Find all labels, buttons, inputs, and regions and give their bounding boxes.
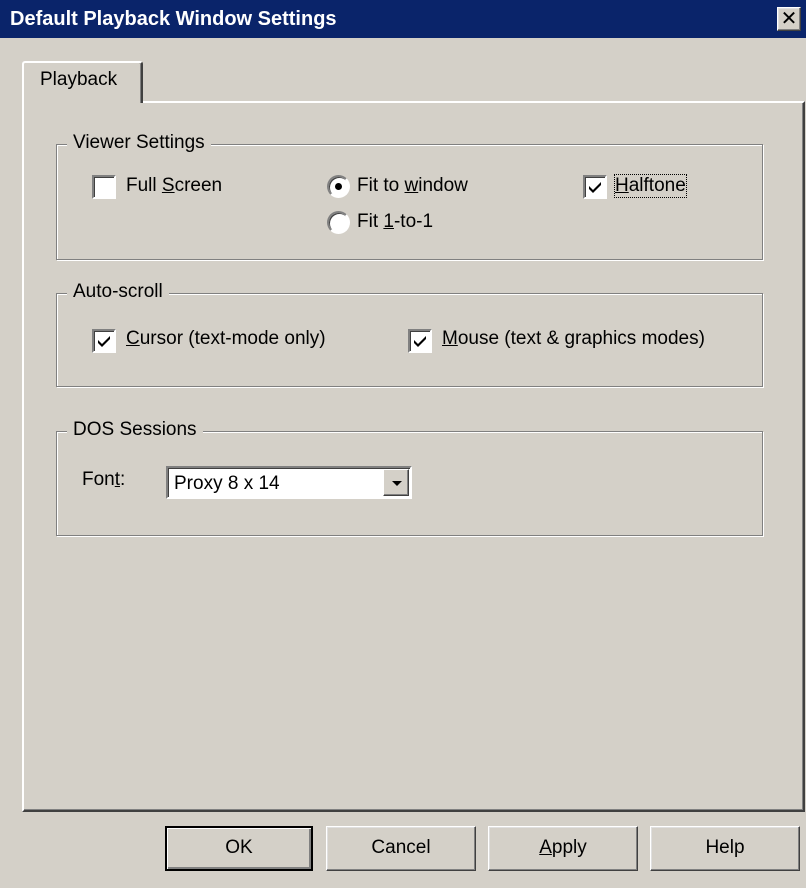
close-icon: ✕ [780,6,798,30]
fit-to-window-label[interactable]: Fit to window [357,175,468,197]
radio-selected-dot [335,183,342,190]
cancel-button-label: Cancel [371,837,431,858]
dos-sessions-title: DOS Sessions [67,419,203,441]
viewer-settings-title: Viewer Settings [67,132,211,154]
halftone-checkbox[interactable] [583,175,607,199]
checkmark-icon [98,336,110,347]
font-select[interactable]: Proxy 8 x 14 [166,466,412,499]
help-button[interactable]: Help [650,826,800,871]
tab-playback[interactable]: Playback [22,61,143,103]
ok-button-label: OK [225,837,253,858]
ok-button[interactable]: OK [165,826,313,871]
window-title: Default Playback Window Settings [10,8,337,30]
apply-button-label: Apply [539,837,587,858]
fit-1-to-1-radio[interactable] [327,211,350,234]
fit-to-window-radio[interactable] [327,175,350,198]
cursor-label[interactable]: Cursor (text-mode only) [126,328,326,350]
full-screen-checkbox[interactable] [92,175,116,199]
font-label: Font: [82,469,126,490]
close-button[interactable]: ✕ [777,7,801,31]
mouse-checkbox[interactable] [408,329,432,353]
checkmark-icon [589,182,601,193]
full-screen-label[interactable]: Full Screen [126,175,222,197]
apply-button[interactable]: Apply [488,826,638,871]
help-button-label: Help [705,837,745,858]
halftone-label[interactable]: Halftone [614,174,687,198]
title-bar: Default Playback Window Settings ✕ [0,0,806,38]
font-select-value: Proxy 8 x 14 [174,473,280,494]
fit-1-to-1-label[interactable]: Fit 1-to-1 [357,211,433,233]
mouse-label[interactable]: Mouse (text & graphics modes) [442,328,705,350]
viewer-settings-group: Viewer Settings [56,132,763,260]
checkmark-icon [414,336,426,347]
tab-playback-label: Playback [40,69,118,90]
cursor-checkbox[interactable] [92,329,116,353]
cancel-button[interactable]: Cancel [326,826,476,871]
auto-scroll-title: Auto-scroll [67,281,169,303]
chevron-down-icon[interactable] [383,469,409,496]
